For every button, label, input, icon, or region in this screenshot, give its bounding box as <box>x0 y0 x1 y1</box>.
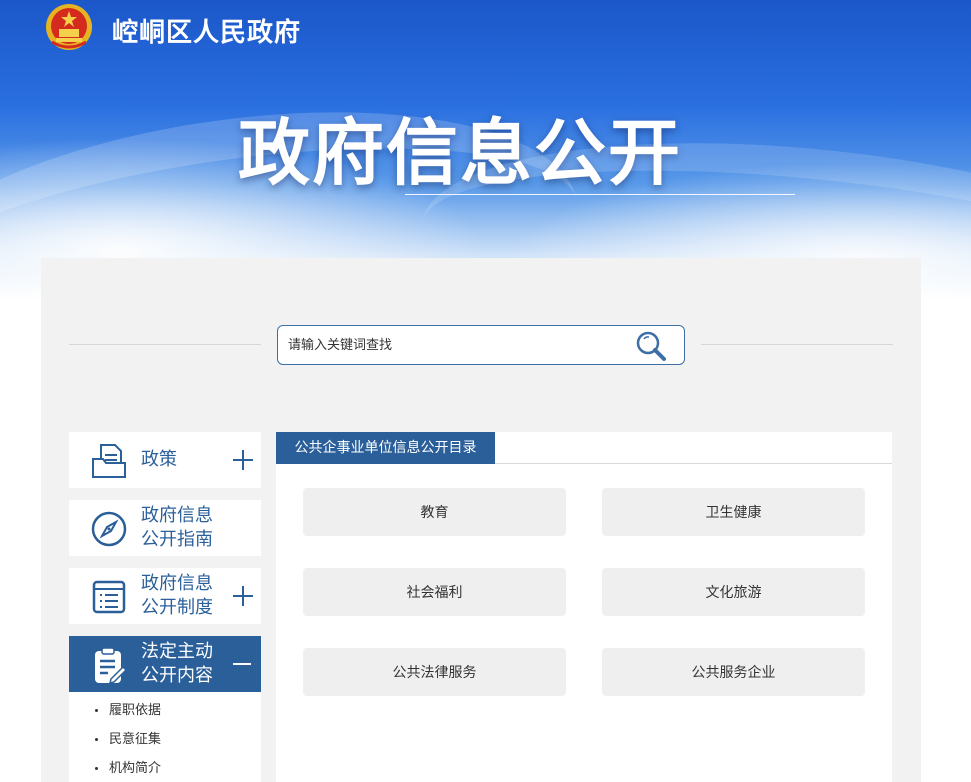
sub-list: 履职依据 民意征集 机构简介 <box>69 692 261 782</box>
sub-item-organization[interactable]: 机构简介 <box>69 754 261 782</box>
national-emblem-icon <box>46 4 92 50</box>
category-button-education[interactable]: 教育 <box>303 488 566 536</box>
expand-plus-icon[interactable] <box>233 586 253 606</box>
content-area: 公共企事业单位信息公开目录 教育 卫生健康 社会福利 文化旅游 公共法律服务 公… <box>276 432 892 782</box>
category-button-welfare[interactable]: 社会福利 <box>303 568 566 616</box>
category-button-public-enterprise[interactable]: 公共服务企业 <box>602 648 865 696</box>
sub-item-duty-basis[interactable]: 履职依据 <box>69 696 261 725</box>
sidebar-item-guide[interactable]: 政府信息 公开指南 <box>69 500 261 556</box>
sidebar-item-label: 法定主动 公开内容 <box>141 641 213 686</box>
tab-public-enterprise[interactable]: 公共企事业单位信息公开目录 <box>276 432 495 464</box>
divider-right <box>701 344 893 345</box>
sub-item-public-opinion[interactable]: 民意征集 <box>69 725 261 754</box>
sidebar-item-statutory[interactable]: 法定主动 公开内容 <box>69 636 261 692</box>
search-box <box>277 325 685 365</box>
content-header: 公共企事业单位信息公开目录 <box>276 432 892 464</box>
folder-document-icon <box>92 444 126 478</box>
hero-banner: 崆峒区人民政府 政府信息公开 <box>0 0 971 300</box>
clipboard-edit-icon <box>95 647 128 685</box>
category-button-culture-tourism[interactable]: 文化旅游 <box>602 568 865 616</box>
sidebar-item-label: 政策 <box>141 449 177 470</box>
sidebar: 政策 政府信息 公开指南 政府信息 公开制度 法定主动 公开内容 履职依据 民意… <box>69 432 261 782</box>
title-underline <box>405 194 795 195</box>
expand-plus-icon[interactable] <box>233 450 253 470</box>
sidebar-item-label: 政府信息 公开制度 <box>141 573 213 618</box>
list-document-icon <box>92 580 126 614</box>
collapse-minus-icon[interactable] <box>233 654 253 674</box>
sidebar-item-policy[interactable]: 政策 <box>69 432 261 488</box>
sidebar-item-system[interactable]: 政府信息 公开制度 <box>69 568 261 624</box>
search-icon[interactable] <box>634 329 668 363</box>
compass-icon <box>91 511 127 547</box>
category-button-health[interactable]: 卫生健康 <box>602 488 865 536</box>
page-title: 政府信息公开 <box>238 111 683 195</box>
site-name[interactable]: 崆峒区人民政府 <box>112 12 301 49</box>
search-input[interactable] <box>288 334 628 356</box>
category-button-legal-services[interactable]: 公共法律服务 <box>303 648 566 696</box>
sidebar-item-label: 政府信息 公开指南 <box>141 505 213 550</box>
main-panel: 政策 政府信息公开指南 <box>41 258 921 782</box>
divider-left <box>69 344 261 345</box>
